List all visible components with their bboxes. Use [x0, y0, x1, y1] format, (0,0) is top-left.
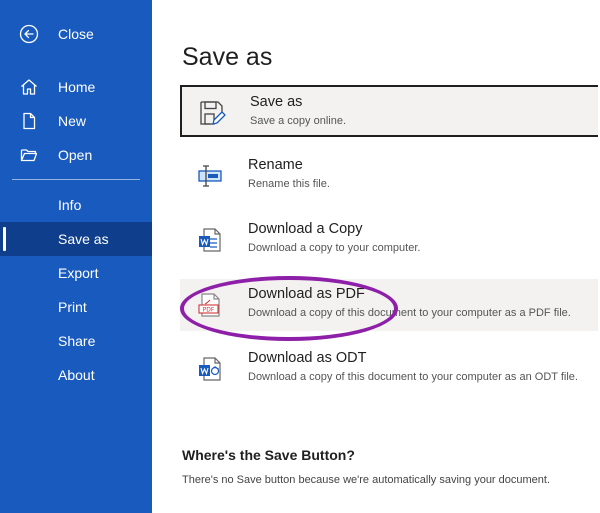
folder-icon: [18, 144, 40, 166]
option-title: Download a Copy: [248, 221, 363, 237]
sidebar-item-label: Export: [58, 265, 99, 281]
sidebar-divider: [12, 179, 140, 180]
option-description: Download a copy to your computer.: [248, 242, 421, 254]
word-document-icon: [196, 226, 224, 254]
document-icon: [18, 110, 40, 132]
option-download-odt[interactable]: Download as ODT Download a copy of this …: [180, 343, 598, 395]
sidebar-item-label: New: [58, 113, 87, 129]
sidebar-item-save-as[interactable]: Save as: [0, 222, 152, 256]
back-arrow-icon: [18, 23, 40, 45]
sidebar-item-home[interactable]: Home: [0, 70, 152, 104]
sidebar-item-label: Open: [58, 147, 93, 163]
odt-icon: [196, 355, 224, 383]
option-description: Rename this file.: [248, 178, 330, 190]
save-button-section-title: Where's the Save Button?: [182, 447, 355, 463]
save-as-icon: [198, 99, 226, 127]
sidebar-item-label: Info: [58, 197, 82, 213]
sidebar-item-label: Share: [58, 333, 96, 349]
pdf-icon: PDF: [196, 291, 224, 319]
main-panel: Save as Save as Save a copy online. Rena…: [152, 0, 600, 513]
sidebar-item-share[interactable]: Share: [0, 324, 152, 358]
option-title: Save as: [250, 94, 303, 110]
option-description: Save a copy online.: [250, 115, 347, 127]
sidebar-item-open[interactable]: Open: [0, 138, 152, 172]
option-title: Rename: [248, 157, 303, 173]
option-rename[interactable]: Rename Rename this file.: [180, 150, 598, 202]
home-icon: [18, 76, 40, 98]
page-title: Save as: [182, 43, 273, 71]
option-title: Download as PDF: [248, 286, 365, 302]
sidebar-item-new[interactable]: New: [0, 104, 152, 138]
sidebar-item-export[interactable]: Export: [0, 256, 152, 290]
sidebar-item-label: About: [58, 367, 95, 383]
sidebar-item-label: Save as: [58, 231, 109, 247]
save-button-section-text: There's no Save button because we're aut…: [182, 474, 551, 486]
sidebar-item-info[interactable]: Info: [0, 188, 152, 222]
option-description: Download a copy of this document to your…: [248, 371, 578, 383]
sidebar-item-about[interactable]: About: [0, 358, 152, 392]
sidebar: Close Home New Open Info Save as Export …: [0, 0, 152, 513]
option-title: Download as ODT: [248, 350, 367, 366]
close-label: Close: [58, 26, 94, 42]
sidebar-item-label: Print: [58, 299, 87, 315]
option-download-pdf[interactable]: PDF Download as PDF Download a copy of t…: [180, 279, 598, 331]
option-download-copy[interactable]: Download a Copy Download a copy to your …: [180, 214, 598, 266]
sidebar-item-label: Home: [58, 79, 96, 95]
option-description: Download a copy of this document to your…: [248, 307, 571, 319]
rename-icon: [196, 162, 224, 190]
sidebar-item-print[interactable]: Print: [0, 290, 152, 324]
option-save-as[interactable]: Save as Save a copy online.: [180, 85, 598, 137]
svg-text:PDF: PDF: [203, 307, 215, 314]
close-button[interactable]: Close: [0, 17, 152, 51]
